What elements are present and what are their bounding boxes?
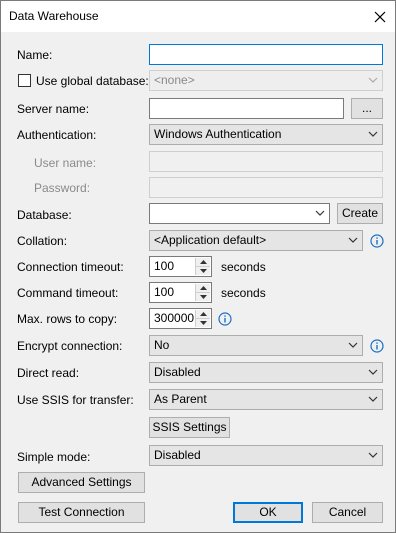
- chevron-down-icon: [348, 237, 358, 243]
- title-bar: Data Warehouse: [1, 1, 395, 32]
- direct-read-label: Direct read:: [17, 366, 80, 380]
- spin-buttons[interactable]: [195, 284, 210, 301]
- name-label: Name:: [17, 48, 53, 62]
- spin-buttons[interactable]: [195, 310, 210, 327]
- use-ssis-label: Use SSIS for transfer:: [17, 393, 134, 407]
- dialog-window: Data Warehouse Name: Use global database…: [0, 0, 396, 533]
- user-name-label: User name:: [34, 156, 97, 170]
- connection-timeout-stepper[interactable]: 100: [149, 256, 212, 277]
- spin-up-icon[interactable]: [196, 258, 210, 266]
- use-ssis-value: As Parent: [154, 392, 207, 406]
- collation-label: Collation:: [17, 234, 68, 248]
- simple-mode-value: Disabled: [154, 448, 201, 462]
- database-label: Database:: [17, 208, 72, 222]
- direct-read-value: Disabled: [154, 365, 201, 379]
- chevron-down-icon: [348, 342, 358, 348]
- server-name-input[interactable]: [149, 98, 344, 119]
- direct-read-select[interactable]: Disabled: [149, 362, 383, 383]
- use-global-database-label: Use global database:: [36, 74, 149, 88]
- browse-servers-button[interactable]: ...: [351, 98, 383, 119]
- command-timeout-label: Command timeout:: [17, 286, 119, 300]
- command-timeout-unit: seconds: [221, 286, 266, 300]
- database-combo[interactable]: [149, 203, 330, 224]
- max-rows-info-icon[interactable]: [218, 312, 232, 326]
- advanced-settings-button[interactable]: Advanced Settings: [18, 472, 145, 493]
- encrypt-connection-select[interactable]: No: [149, 335, 363, 356]
- use-ssis-select[interactable]: As Parent: [149, 389, 383, 410]
- close-icon[interactable]: [365, 1, 395, 32]
- window-title: Data Warehouse: [9, 9, 99, 23]
- authentication-value: Windows Authentication: [154, 127, 282, 141]
- use-global-database-checkbox[interactable]: [18, 74, 31, 87]
- collation-value: <Application default>: [154, 233, 267, 247]
- simple-mode-label: Simple mode:: [17, 450, 91, 464]
- user-name-input: [149, 151, 383, 172]
- password-input: [149, 177, 383, 198]
- name-input[interactable]: [149, 44, 383, 65]
- spin-down-icon[interactable]: [196, 292, 210, 301]
- spin-down-icon[interactable]: [196, 318, 210, 327]
- encrypt-connection-label: Encrypt connection:: [17, 339, 123, 353]
- connection-timeout-label: Connection timeout:: [17, 260, 124, 274]
- encrypt-connection-value: No: [154, 338, 170, 352]
- spin-up-icon[interactable]: [196, 310, 210, 318]
- browse-button-label: ...: [361, 101, 372, 115]
- authentication-select[interactable]: Windows Authentication: [149, 124, 383, 145]
- collation-info-icon[interactable]: [370, 234, 384, 248]
- chevron-down-icon: [368, 131, 378, 137]
- password-label: Password:: [34, 181, 91, 195]
- chevron-down-icon: [368, 452, 378, 458]
- connection-timeout-unit: seconds: [221, 260, 266, 274]
- chevron-down-icon[interactable]: [315, 208, 325, 218]
- ssis-settings-button[interactable]: SSIS Settings: [149, 417, 230, 438]
- chevron-down-icon: [368, 396, 378, 402]
- global-database-select: <none>: [149, 70, 383, 91]
- server-name-label: Server name:: [17, 102, 90, 116]
- spin-buttons[interactable]: [195, 258, 210, 275]
- chevron-down-icon: [368, 369, 378, 375]
- chevron-down-icon: [368, 77, 378, 83]
- spin-down-icon[interactable]: [196, 266, 210, 275]
- command-timeout-stepper[interactable]: 100: [149, 282, 212, 303]
- max-rows-value: 300000: [154, 311, 195, 325]
- encrypt-info-icon[interactable]: [370, 339, 384, 353]
- test-connection-button[interactable]: Test Connection: [18, 502, 145, 523]
- connection-timeout-value: 100: [154, 259, 175, 273]
- create-database-button[interactable]: Create: [337, 203, 383, 224]
- collation-select[interactable]: <Application default>: [149, 230, 363, 251]
- global-database-value: <none>: [154, 73, 195, 87]
- ok-button[interactable]: OK: [233, 502, 303, 523]
- command-timeout-value: 100: [154, 285, 175, 299]
- spin-up-icon[interactable]: [196, 284, 210, 292]
- authentication-label: Authentication:: [17, 128, 97, 142]
- max-rows-stepper[interactable]: 300000: [149, 308, 212, 329]
- cancel-button[interactable]: Cancel: [312, 502, 383, 523]
- simple-mode-select[interactable]: Disabled: [149, 445, 383, 466]
- max-rows-label: Max. rows to copy:: [17, 312, 118, 326]
